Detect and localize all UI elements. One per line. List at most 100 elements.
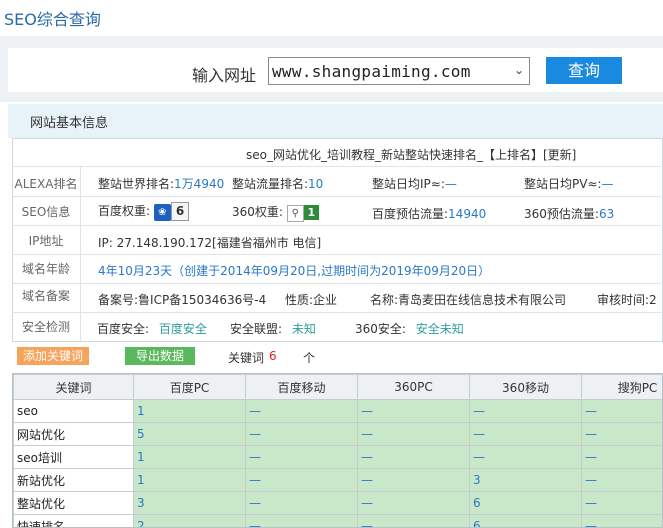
world-rank: 整站世界排名:1万4940 — [98, 175, 224, 192]
rank-cell[interactable]: — — [357, 491, 470, 515]
daily-ip: 整站日均IP≈:— — [372, 175, 457, 192]
rank-cell[interactable]: — — [245, 399, 358, 423]
review-time-key: 审核时间: — [597, 293, 650, 307]
page-title: SEO综合查询 — [4, 10, 101, 29]
rank-cell[interactable]: — — [357, 468, 470, 492]
keyword-cell: 新站优化 — [13, 468, 134, 492]
company-value: 青岛麦田在线信息技术有限公司 — [398, 293, 567, 307]
baidu-weight-label: 百度权重: — [98, 204, 151, 218]
rank-cell[interactable]: — — [581, 445, 662, 469]
security-alliance: 安全联盟: 未知 — [230, 320, 316, 337]
rank-cell[interactable]: — — [245, 468, 358, 492]
review-time-value: 2 — [649, 293, 657, 307]
rank-cell[interactable]: — — [245, 422, 358, 446]
keyword-rank-table: 关键词 百度PC 百度移动 360PC 360移动 搜狗PC seo 1 — —… — [12, 373, 663, 528]
divider — [80, 167, 81, 342]
rank-cell[interactable]: — — [245, 514, 358, 527]
company-key: 名称: — [370, 293, 399, 307]
table-row: 快速排名 2 — — 6 — — [13, 514, 662, 527]
security-360-value[interactable]: 安全未知 — [416, 322, 464, 336]
keyword-cell: 快速排名 — [13, 514, 134, 527]
column-header[interactable]: 百度PC — [133, 374, 246, 400]
add-keyword-button[interactable]: 添加关键词 — [17, 347, 89, 365]
rank-cell[interactable]: — — [357, 445, 470, 469]
rank-cell[interactable]: 1 — [133, 399, 246, 423]
table-row: 新站优化 1 — — 3 — — [13, 468, 662, 492]
baidu-security: 百度安全: 百度安全 — [97, 320, 207, 337]
keyword-count-unit: 个 — [303, 351, 316, 365]
world-rank-value[interactable]: 1万4940 — [174, 177, 224, 191]
baidu-weight: 百度权重: ❀ 6 — [98, 202, 190, 221]
query-button[interactable]: 查询 — [546, 57, 622, 84]
rank-cell[interactable]: — — [245, 491, 358, 515]
traffic-360-label: 360预估流量: — [524, 207, 599, 221]
column-header[interactable]: 360PC — [357, 374, 470, 400]
baidu-traffic-value[interactable]: 14940 — [448, 207, 486, 221]
keyword-count: 6 — [269, 349, 277, 363]
rank-cell[interactable]: — — [357, 514, 470, 527]
column-header[interactable]: 360移动 — [469, 374, 582, 400]
baidu-paw-icon: ❀ — [153, 204, 171, 221]
rank-cell[interactable]: — — [581, 399, 662, 423]
baidu-weight-value[interactable]: 6 — [170, 202, 190, 221]
icp: 备案号:鲁ICP备15034636号-4 — [98, 291, 266, 308]
keyword-cell: 整站优化 — [13, 491, 134, 515]
rank-cell[interactable]: — — [469, 422, 582, 446]
divider — [12, 312, 663, 313]
baidu-traffic-label: 百度预估流量: — [372, 207, 449, 221]
company: 名称:青岛麦田在线信息技术有限公司 — [370, 291, 566, 308]
age-value[interactable]: 4年10月23天（创建于2014年09月20日,过期时间为2019年09月20日… — [98, 262, 490, 279]
divider — [12, 283, 663, 284]
table-row: seo培训 1 — — — — — [13, 445, 662, 469]
table-row: 整站优化 3 — — 6 — — [13, 491, 662, 515]
keyword-count-label: 关键词 — [228, 351, 265, 365]
rank-cell[interactable]: 2 — [133, 514, 246, 527]
rank-cell[interactable]: — — [357, 422, 470, 446]
keyword-cell: 网站优化 — [13, 422, 134, 446]
icp-value: 鲁ICP备15034636号-4 — [138, 293, 267, 307]
baidu-security-value[interactable]: 百度安全 — [159, 322, 207, 336]
rank-cell[interactable]: — — [581, 514, 662, 527]
rank-cell[interactable]: — — [245, 445, 358, 469]
table-row: 网站优化 5 — — — — — [13, 422, 662, 446]
weight-360: 360权重: ⚲ 1 — [232, 203, 319, 222]
baidu-security-key: 百度安全: — [97, 322, 150, 336]
rank-cell[interactable]: — — [469, 445, 582, 469]
column-header[interactable]: 搜狗PC — [581, 374, 662, 400]
rank-cell[interactable]: 5 — [133, 422, 246, 446]
rank-cell[interactable]: — — [469, 399, 582, 423]
security-alliance-value[interactable]: 未知 — [292, 322, 316, 336]
rank-cell[interactable]: — — [581, 422, 662, 446]
rank-cell[interactable]: — — [581, 491, 662, 515]
column-header[interactable]: 百度移动 — [245, 374, 358, 400]
chevron-down-icon[interactable]: ⌄ — [514, 63, 524, 77]
search-icon: ⚲ — [286, 205, 304, 222]
table-row: seo 1 — — — — — [13, 399, 662, 423]
divider — [12, 254, 663, 255]
traffic-rank-label: 整站流量排名: — [232, 177, 309, 191]
rank-cell[interactable]: — — [581, 468, 662, 492]
rank-cell[interactable]: 6 — [469, 514, 582, 527]
divider — [12, 196, 663, 197]
alexa-label: ALEXA排名 — [14, 177, 78, 191]
daily-pv-label: 整站日均PV≈: — [524, 177, 602, 191]
daily-ip-label: 整站日均IP≈: — [372, 177, 445, 191]
baidu-traffic: 百度预估流量:14940 — [372, 205, 486, 222]
rank-cell[interactable]: 3 — [133, 491, 246, 515]
column-header[interactable]: 关键词 — [13, 374, 134, 400]
url-input-value[interactable]: www.shangpaiming.com — [272, 62, 471, 81]
security-label: 安全检测 — [21, 320, 70, 334]
rank-cell[interactable]: 6 — [469, 491, 582, 515]
section-title: 网站基本信息 — [30, 116, 109, 131]
rank-cell[interactable]: — — [357, 399, 470, 423]
weight-360-value[interactable]: 1 — [303, 205, 319, 220]
rank-cell[interactable]: 3 — [469, 468, 582, 492]
traffic-rank-value[interactable]: 10 — [308, 177, 323, 191]
rank-cell[interactable]: 1 — [133, 468, 246, 492]
site-title[interactable]: seo_网站优化_培训教程_新站整站快速排名_【上排名】[更新] — [246, 146, 576, 163]
export-button[interactable]: 导出数据 — [125, 347, 195, 365]
ip-value: IP: 27.148.190.172[福建省福州市 电信] — [98, 236, 322, 250]
traffic-360-value[interactable]: 63 — [599, 207, 614, 221]
nature-value: 企业 — [313, 293, 338, 307]
rank-cell[interactable]: 1 — [133, 445, 246, 469]
